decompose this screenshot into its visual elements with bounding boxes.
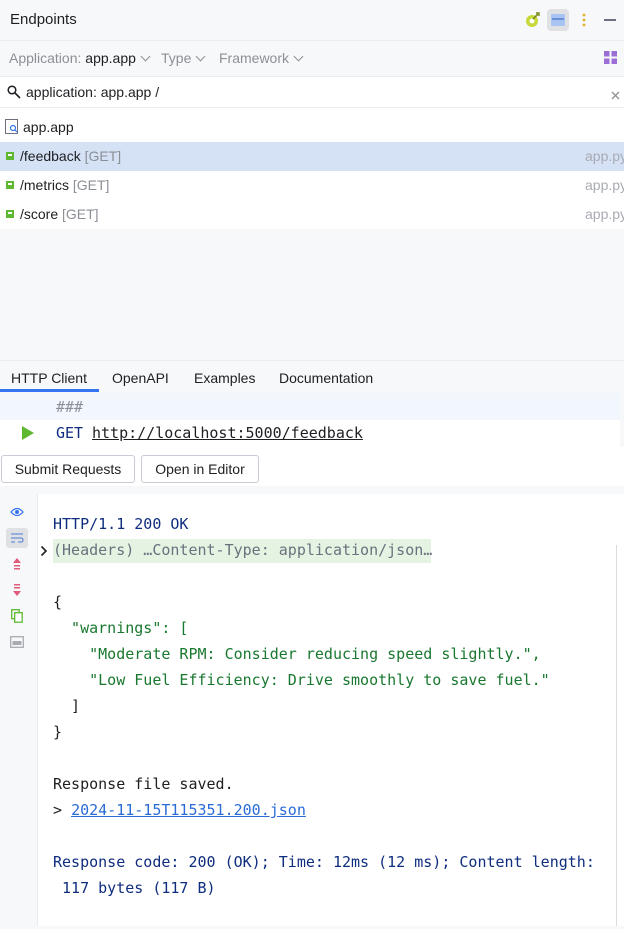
run-icon[interactable] xyxy=(21,425,35,441)
tab-documentation[interactable]: Documentation xyxy=(279,370,373,386)
copy-icon[interactable] xyxy=(9,608,25,624)
list-empty-area xyxy=(0,229,624,360)
submit-requests-button[interactable]: Submit Requests xyxy=(1,455,135,483)
application-filter-value: app.app xyxy=(85,50,136,66)
app-name: app.app xyxy=(23,119,74,135)
response-scrollbar[interactable] xyxy=(616,545,617,929)
editor-scroll-track xyxy=(620,393,624,447)
json-warning-2: "Low Fuel Efficiency: Drive smoothly to … xyxy=(53,671,550,689)
response-headers-collapsed[interactable]: (Headers) …Content-Type: application/jso… xyxy=(53,541,432,559)
request-separator-line xyxy=(0,393,620,420)
scroll-to-end-icon[interactable] xyxy=(9,582,25,598)
type-filter-label: Type xyxy=(161,50,192,66)
tab-http-client[interactable]: HTTP Client xyxy=(11,370,87,386)
endpoint-icon xyxy=(6,181,14,189)
response-file-link[interactable]: 2024-11-15T115351.200.json xyxy=(71,801,306,819)
search-input[interactable]: application: app.app / xyxy=(26,84,159,100)
endpoint-file: app.py xyxy=(585,177,624,193)
eye-icon[interactable] xyxy=(9,504,25,520)
json-brace-open: { xyxy=(53,593,63,611)
chevron-down-icon xyxy=(195,51,206,62)
tool-window-title: Endpoints xyxy=(10,11,77,28)
search-icon xyxy=(7,85,21,99)
endpoint-path: /metrics xyxy=(20,177,69,193)
chevron-down-icon xyxy=(140,51,151,62)
active-tab-indicator xyxy=(0,389,99,392)
request-method: GET xyxy=(56,424,84,442)
json-bracket-close: ] xyxy=(53,697,81,715)
endpoint-row[interactable]: /score [GET] app.py xyxy=(0,200,624,229)
type-filter[interactable]: Type xyxy=(161,50,206,66)
tab-examples[interactable]: Examples xyxy=(194,370,255,386)
minimize-icon[interactable] xyxy=(600,10,620,30)
application-filter[interactable]: Application: app.app xyxy=(9,50,151,66)
endpoint-path: /score xyxy=(20,206,59,222)
response-separator xyxy=(0,486,624,494)
app-node[interactable]: app.app xyxy=(0,113,624,142)
json-warning-1: "Moderate RPM: Consider reducing speed s… xyxy=(53,645,541,663)
soft-wrap-icon[interactable] xyxy=(6,528,28,548)
endpoint-row[interactable]: /metrics [GET] app.py xyxy=(0,171,624,200)
response-summary-line-2: 117 bytes (117 B) xyxy=(53,879,216,897)
endpoint-row[interactable]: /feedback [GET] app.py xyxy=(0,142,624,171)
endpoint-label: /score [GET] xyxy=(20,206,99,222)
chevron-right-icon[interactable] xyxy=(40,544,50,557)
endpoint-method: [GET] xyxy=(72,177,110,193)
endpoint-label: /metrics [GET] xyxy=(20,177,109,193)
close-icon[interactable] xyxy=(611,87,620,100)
json-key-line: "warnings": [ xyxy=(53,619,188,637)
chevron-down-icon xyxy=(293,51,304,62)
grid-view-icon[interactable] xyxy=(604,51,617,64)
response-file-line: > 2024-11-15T115351.200.json xyxy=(53,801,306,819)
endpoint-method: [GET] xyxy=(84,148,122,164)
open-in-editor-button[interactable]: Open in Editor xyxy=(141,455,259,483)
response-summary-line-1: Response code: 200 (OK); Time: 12ms (12 … xyxy=(53,853,595,871)
response-saved-text: Response file saved. xyxy=(53,775,234,793)
response-file-prefix: > xyxy=(53,801,72,819)
framework-filter-label: Framework xyxy=(219,50,290,66)
endpoint-file: app.py xyxy=(585,206,624,222)
json-key: "warnings": [ xyxy=(53,619,189,637)
endpoint-method: [GET] xyxy=(62,206,99,222)
framework-filter[interactable]: Framework xyxy=(219,50,304,66)
layout-toggle-icon[interactable] xyxy=(547,9,569,31)
app-module-icon xyxy=(5,119,18,134)
response-status: HTTP/1.1 200 OK xyxy=(53,515,189,533)
request-url[interactable]: http://localhost:5000/feedback xyxy=(92,424,363,442)
target-icon[interactable] xyxy=(522,10,542,30)
endpoint-icon xyxy=(6,210,14,218)
json-brace-close: } xyxy=(53,723,63,741)
application-filter-label: Application: xyxy=(9,50,82,66)
scroll-to-top-icon[interactable] xyxy=(9,556,25,572)
endpoint-path: /feedback xyxy=(20,148,81,164)
tab-openapi[interactable]: OpenAPI xyxy=(112,370,169,386)
request-separator: ### xyxy=(56,398,84,416)
endpoint-label: /feedback [GET] xyxy=(20,148,121,164)
more-options-icon[interactable] xyxy=(574,10,594,30)
endpoint-icon xyxy=(6,152,14,160)
preview-panel-icon[interactable] xyxy=(9,634,25,650)
endpoint-file: app.py xyxy=(585,148,624,164)
